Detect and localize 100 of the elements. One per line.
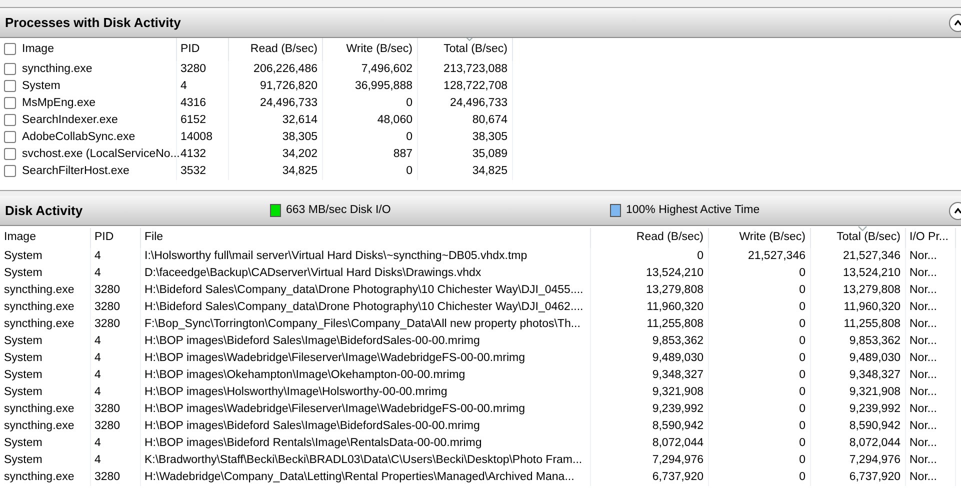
table-cell: 7,496,602	[361, 63, 412, 75]
table-cell: System	[22, 80, 60, 92]
panel-title: Processes with Disk Activity	[4, 14, 182, 32]
table-cell: 35,089	[472, 148, 508, 160]
table-cell: 9,239,992	[849, 403, 900, 415]
table-cell: 3280	[94, 403, 120, 415]
table-cell: 34,202	[282, 148, 318, 160]
column-header[interactable]: PID	[180, 42, 200, 55]
column-header[interactable]: Write (B/sec)	[739, 231, 806, 244]
table-cell: 38,305	[472, 131, 508, 143]
table-cell: 4	[94, 267, 101, 279]
table-cell: 9,853,362	[652, 335, 704, 347]
checkbox[interactable]	[4, 80, 16, 92]
table-cell: 0	[406, 165, 412, 177]
column-header[interactable]: Total (B/sec)	[836, 231, 900, 244]
table-cell: H:\BOP images\Wadebridge\Fileserver\Image\WadebridgeFS-00-00.mrimg	[144, 403, 525, 415]
legend-label: 663 MB/sec Disk I/O	[286, 202, 391, 218]
table-cell: H:\Bideford Sales\Company_data\Drone Photography\10 Chichester Way\DJI_0462....	[144, 301, 584, 313]
table-cell: syncthing.exe	[4, 403, 74, 415]
table-cell: Nor...	[910, 403, 937, 415]
column-header[interactable]: Total (B/sec)	[444, 42, 508, 55]
table-cell: 9,348,327	[652, 369, 704, 381]
checkbox[interactable]	[4, 62, 16, 75]
table-cell: 34,825	[472, 165, 508, 177]
table-cell: 887	[393, 148, 412, 160]
table-cell: 4	[94, 454, 101, 466]
table-cell: AdobeCollabSync.exe	[22, 131, 136, 143]
table-cell: 4	[180, 80, 187, 92]
checkbox[interactable]	[4, 148, 16, 160]
checkbox[interactable]	[4, 96, 16, 109]
table-cell: syncthing.exe	[4, 301, 74, 313]
checkbox[interactable]	[4, 114, 16, 126]
table-cell: 3280	[180, 63, 206, 75]
column-header[interactable]: Read (B/sec)	[250, 42, 318, 55]
table-cell: 0	[799, 318, 806, 330]
table-cell: System	[4, 335, 42, 347]
table-cell: 3280	[94, 284, 120, 296]
table-cell: 4	[94, 369, 101, 381]
table-cell: 9,489,030	[849, 352, 900, 364]
checkbox[interactable]	[4, 42, 16, 55]
table-cell: System	[4, 437, 42, 449]
table-cell: 24,496,733	[260, 97, 318, 109]
table-cell: Nor...	[910, 420, 937, 432]
table-cell: 0	[799, 403, 806, 415]
table-cell: 38,305	[282, 131, 318, 143]
table-cell: System	[4, 369, 42, 381]
table-cell: syncthing.exe	[4, 471, 74, 483]
table-cell: 7,294,976	[652, 454, 704, 466]
table-cell: 11,960,320	[844, 301, 900, 313]
legend-label: 100% Highest Active Time	[626, 202, 760, 218]
table-cell: 0	[799, 386, 806, 398]
table-cell: 0	[799, 352, 806, 364]
table-cell: 0	[406, 97, 412, 109]
table-cell: 0	[799, 301, 806, 313]
table-cell: System	[4, 386, 42, 398]
table-cell: svchost.exe (LocalServiceNo...	[22, 148, 180, 160]
table-cell: 0	[406, 131, 412, 143]
table-cell: Nor...	[910, 301, 937, 313]
checkbox[interactable]	[4, 164, 16, 177]
table-cell: 7,294,976	[849, 454, 900, 466]
table-cell: 14008	[180, 131, 212, 143]
table-cell: 9,853,362	[849, 335, 900, 347]
table-cell: 32,614	[282, 114, 318, 126]
caret-up-icon	[954, 208, 961, 214]
table-cell: 9,321,908	[652, 386, 704, 398]
checkbox[interactable]	[4, 130, 16, 143]
table-cell: 3532	[180, 165, 206, 177]
table-cell: K:\Bradworthy\Staff\Becki\Becki\BRADL03\Data\C\Users\Becki\Desktop\Photo Fram...	[144, 454, 582, 466]
table-cell: 8,072,044	[849, 437, 900, 449]
table-cell: 6,737,920	[652, 471, 704, 483]
table-cell: 8,590,942	[652, 420, 704, 432]
column-header[interactable]: Image	[22, 42, 54, 55]
table-cell: syncthing.exe	[22, 63, 92, 75]
column-header[interactable]: File	[144, 231, 164, 244]
table-cell: 11,255,808	[844, 318, 900, 330]
table-cell: 0	[799, 284, 806, 296]
table-cell: H:\BOP images\Bideford Sales\Image\BidefordSales-00-00.mrimg	[144, 335, 480, 347]
table-cell: SearchFilterHost.exe	[22, 165, 130, 177]
table-cell: syncthing.exe	[4, 284, 74, 296]
panel-title: Disk Activity	[4, 202, 84, 220]
table-cell: D:\faceedge\Backup\CADserver\Virtual Hard Disks\Drawings.vhdx	[144, 267, 482, 279]
column-header[interactable]: Read (B/sec)	[636, 231, 704, 244]
table-cell: 0	[799, 437, 806, 449]
table-cell: 0	[799, 267, 806, 279]
table-cell: 0	[799, 420, 806, 432]
column-header[interactable]: Write (B/sec)	[346, 42, 412, 55]
table-cell: 3280	[94, 301, 120, 313]
table-cell: 13,279,808	[646, 284, 704, 296]
column-header[interactable]: I/O Pr...	[910, 231, 948, 244]
column-header[interactable]: Image	[4, 231, 36, 244]
column-header[interactable]: PID	[94, 231, 114, 244]
table-cell: Nor...	[910, 335, 937, 347]
table-cell: H:\BOP images\Okehampton\Image\Okehampton-00-00.mrimg	[144, 369, 466, 381]
table-cell: H:\BOP images\Wadebridge\Fileserver\Image\WadebridgeFS-00-00.mrimg	[144, 352, 525, 364]
table-cell: 13,524,210	[842, 267, 900, 279]
table-cell: syncthing.exe	[4, 420, 74, 432]
table-cell: Nor...	[910, 250, 937, 262]
table-cell: 4316	[180, 97, 206, 109]
table-cell: 3280	[94, 471, 120, 483]
table-cell: F:\Bop_Sync\Torrington\Company_Files\Company_Data\All new property photos\Th...	[144, 318, 580, 330]
